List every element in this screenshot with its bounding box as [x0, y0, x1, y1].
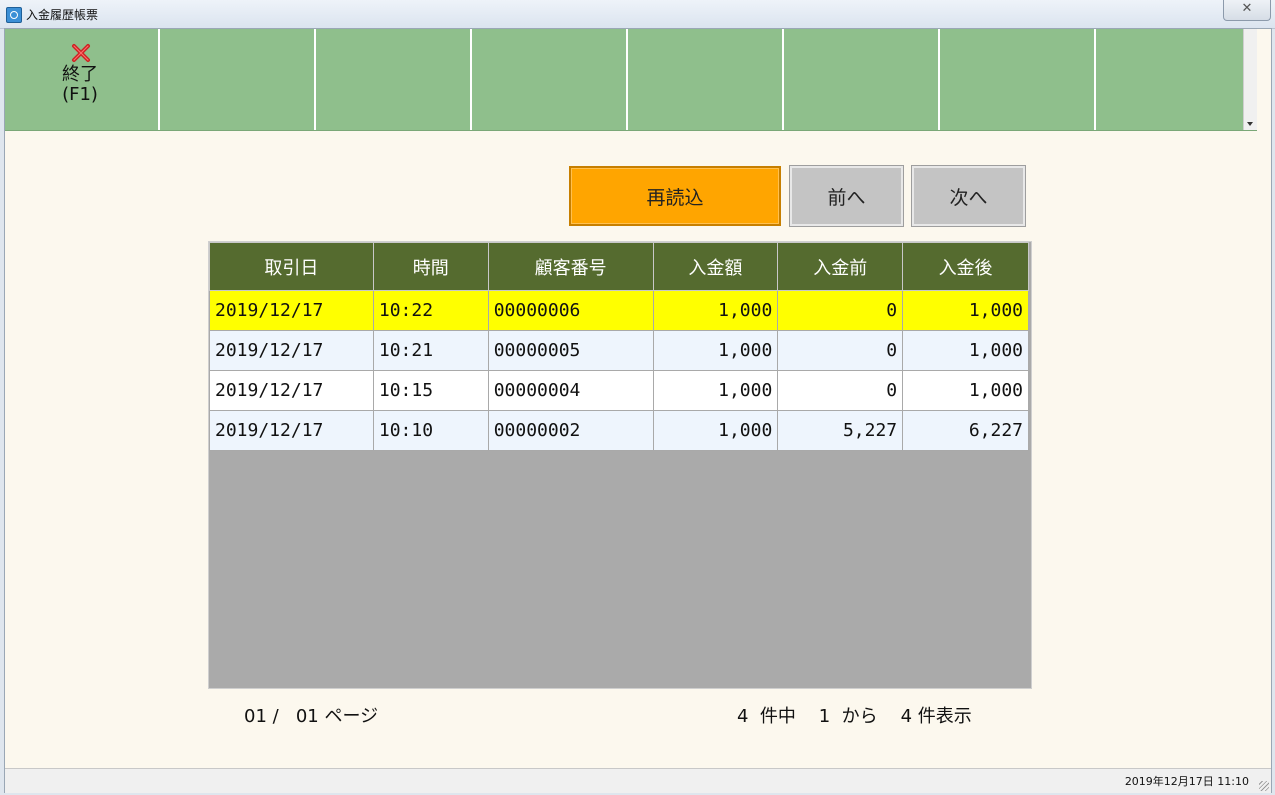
cell-before: 5,227 — [777, 410, 904, 451]
deposit-table: 取引日 時間 顧客番号 入金額 入金前 入金後 2019/12/17 10:22… — [209, 242, 1029, 451]
column-header-amount[interactable]: 入金額 — [652, 242, 779, 291]
table-row[interactable]: 2019/12/17 10:10 00000002 1,000 5,227 6,… — [209, 410, 1029, 451]
prev-page-button[interactable]: 前へ — [789, 165, 904, 227]
toolbar-slot-7[interactable] — [940, 29, 1096, 130]
column-header-date[interactable]: 取引日 — [209, 242, 374, 291]
cell-customer-no: 00000004 — [487, 370, 654, 411]
cell-before: 0 — [777, 290, 904, 331]
cell-customer-no: 00000006 — [487, 290, 654, 331]
toolbar-slot-6[interactable] — [784, 29, 940, 130]
cell-date: 2019/12/17 — [209, 410, 374, 451]
window-title: 入金履歴帳票 — [26, 8, 99, 22]
cell-time: 10:22 — [372, 290, 489, 331]
cell-customer-no: 00000002 — [487, 410, 654, 451]
cell-date: 2019/12/17 — [209, 370, 374, 411]
table-header-row: 取引日 時間 顧客番号 入金額 入金前 入金後 — [209, 242, 1029, 291]
cell-time: 10:21 — [372, 330, 489, 371]
cell-amount: 1,000 — [652, 410, 779, 451]
next-page-button[interactable]: 次へ — [911, 165, 1026, 227]
resize-grip-icon[interactable] — [1259, 781, 1269, 791]
table-row[interactable]: 2019/12/17 10:21 00000005 1,000 0 1,000 — [209, 330, 1029, 371]
table-row[interactable]: 2019/12/17 10:15 00000004 1,000 0 1,000 — [209, 370, 1029, 411]
toolbar-slot-3[interactable] — [316, 29, 472, 130]
function-key-toolbar: 終了 (F1) — [5, 29, 1257, 131]
toolbar-scroll[interactable] — [1243, 29, 1257, 130]
toolbar-slot-5[interactable] — [628, 29, 784, 130]
cell-after: 6,227 — [902, 410, 1029, 451]
column-header-customer-no[interactable]: 顧客番号 — [487, 242, 654, 291]
cell-date: 2019/12/17 — [209, 330, 374, 371]
client-area: 終了 (F1) 再読込 前へ 次へ 取引日 時間 顧客番号 入金額 入金前 入金… — [4, 28, 1272, 793]
record-count: 4 件中 1 から 4 件表示 — [737, 706, 972, 727]
cell-before: 0 — [777, 330, 904, 371]
cell-after: 1,000 — [902, 290, 1029, 331]
scroll-down-icon — [1247, 122, 1253, 126]
column-header-after[interactable]: 入金後 — [902, 242, 1029, 291]
cell-before: 0 — [777, 370, 904, 411]
cell-customer-no: 00000005 — [487, 330, 654, 371]
cell-date: 2019/12/17 — [209, 290, 374, 331]
cell-after: 1,000 — [902, 330, 1029, 371]
cell-time: 10:15 — [372, 370, 489, 411]
deposit-history-grid[interactable]: 取引日 時間 顧客番号 入金額 入金前 入金後 2019/12/17 10:22… — [208, 241, 1032, 689]
reload-button[interactable]: 再読込 — [569, 166, 781, 226]
cell-time: 10:10 — [372, 410, 489, 451]
status-bar: 2019年12月17日 11:10 — [5, 768, 1271, 793]
column-header-time[interactable]: 時間 — [372, 242, 489, 291]
window-close-button[interactable]: ✕ — [1223, 0, 1271, 21]
cell-amount: 1,000 — [652, 290, 779, 331]
column-header-before[interactable]: 入金前 — [777, 242, 904, 291]
toolbar-slot-1[interactable] — [5, 29, 160, 130]
title-bar: 入金履歴帳票 ✕ — [0, 0, 1275, 29]
status-datetime: 2019年12月17日 11:10 — [1124, 775, 1249, 788]
toolbar-slot-2[interactable] — [160, 29, 316, 130]
page-indicator: 01 / 01 ページ — [244, 706, 379, 727]
toolbar-slot-4[interactable] — [472, 29, 628, 130]
app-icon — [6, 7, 22, 23]
cell-amount: 1,000 — [652, 370, 779, 411]
cell-after: 1,000 — [902, 370, 1029, 411]
table-row[interactable]: 2019/12/17 10:22 00000006 1,000 0 1,000 — [209, 290, 1029, 331]
cell-amount: 1,000 — [652, 330, 779, 371]
